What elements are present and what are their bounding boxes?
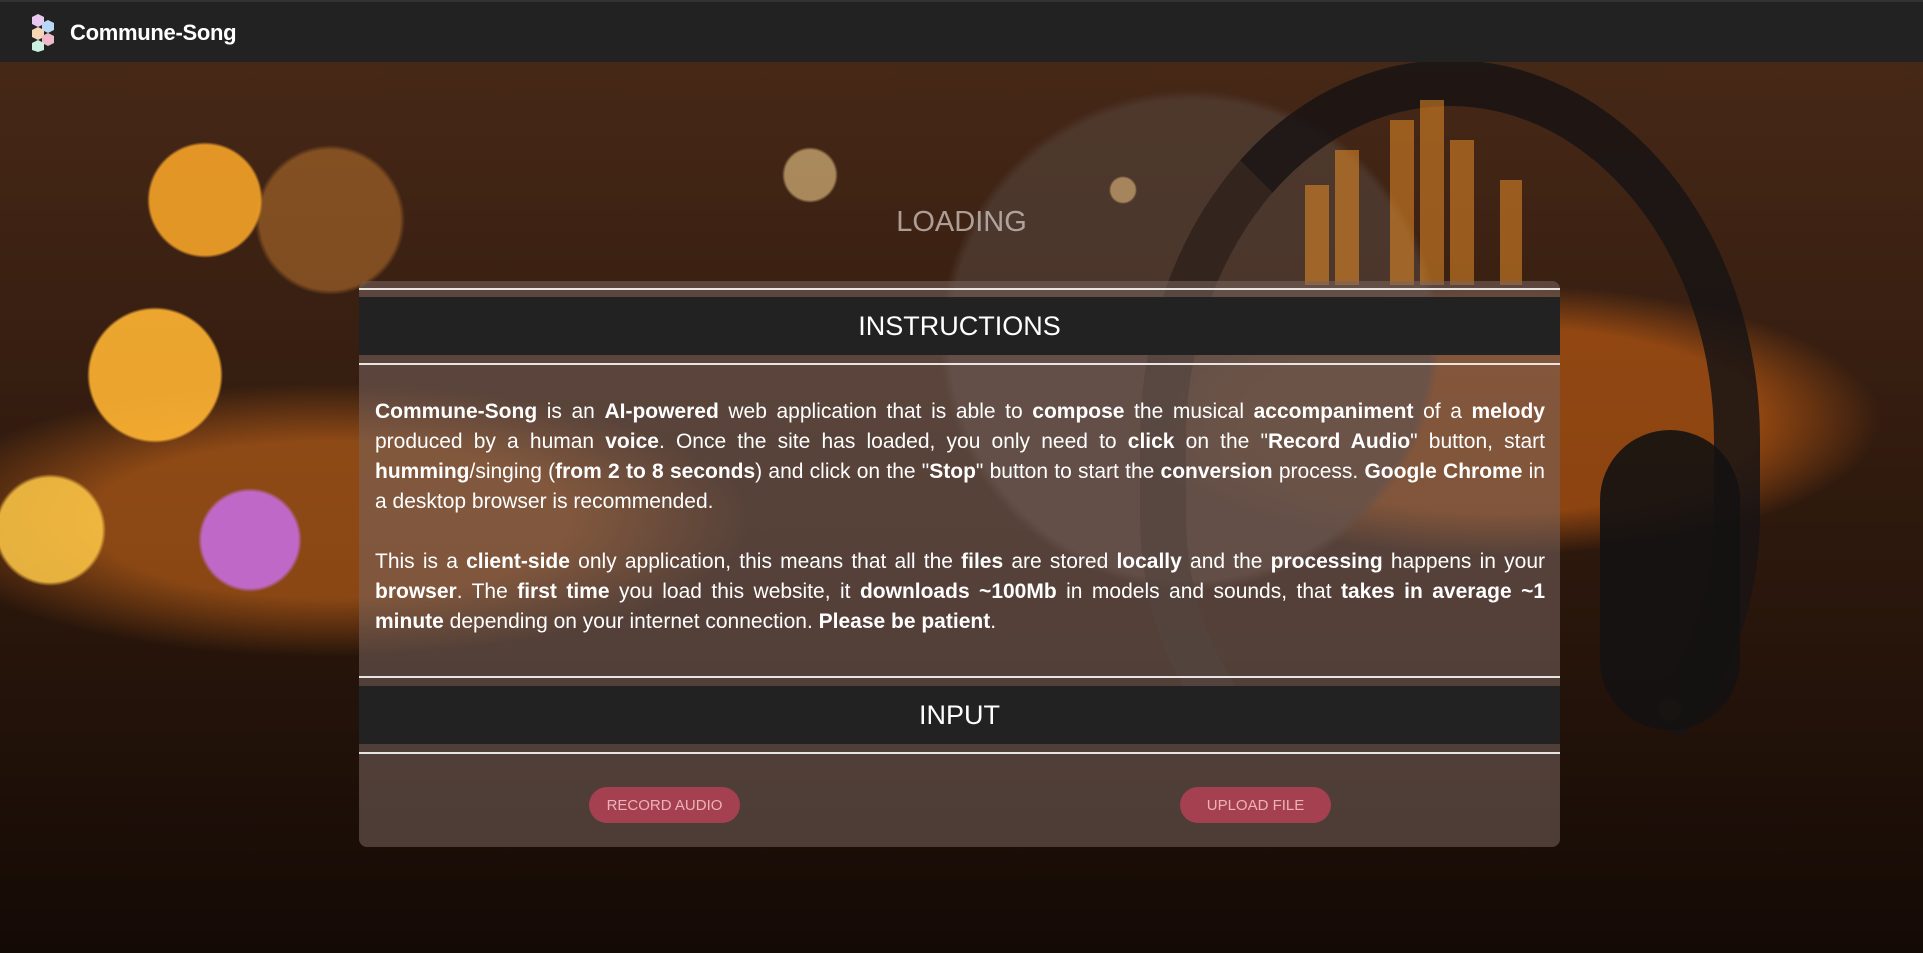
emphasized-text: browser — [375, 580, 457, 603]
text-run: are stored — [1003, 550, 1117, 573]
emphasized-text: voice — [605, 430, 659, 453]
divider — [359, 676, 1560, 678]
instructions-text: Commune-Song is an AI-powered web applic… — [375, 397, 1545, 667]
divider — [359, 288, 1560, 290]
logo-icon[interactable] — [28, 12, 60, 52]
text-run: of a — [1413, 400, 1472, 423]
divider — [359, 363, 1560, 365]
text-run: /singing ( — [469, 460, 556, 483]
text-run: ) and click on the " — [755, 460, 930, 483]
upload-file-button[interactable]: UPLOAD FILE — [1180, 787, 1331, 823]
text-run: is an — [537, 400, 605, 423]
text-run: web application that is able to — [718, 400, 1033, 423]
text-run: in models and sounds, that — [1056, 580, 1341, 603]
emphasized-text: conversion — [1160, 460, 1273, 483]
brand-name[interactable]: Commune-Song — [70, 20, 237, 46]
instructions-paragraph-2: This is a client-side only application, … — [375, 547, 1545, 637]
emphasized-text: Please be patient — [818, 610, 991, 633]
instructions-heading: INSTRUCTIONS — [359, 297, 1560, 355]
top-navbar: Commune-Song — [0, 0, 1923, 62]
emphasized-text: Commune-Song — [375, 400, 538, 423]
emphasized-text: downloads ~100Mb — [859, 580, 1057, 603]
text-run: the musical — [1124, 400, 1254, 423]
text-run: happens in your — [1382, 550, 1545, 573]
text-run: " button to start the — [975, 460, 1161, 483]
emphasized-text: AI-powered — [604, 400, 719, 423]
text-run: depending on your internet connection. — [443, 610, 819, 633]
text-run: process. — [1272, 460, 1365, 483]
emphasized-text: accompaniment — [1253, 400, 1414, 423]
text-run: . Once the site has loaded, you only nee… — [658, 430, 1128, 453]
text-run: and the — [1181, 550, 1271, 573]
headphone-earcup — [1600, 430, 1740, 730]
emphasized-text: from 2 to 8 seconds — [555, 460, 756, 483]
text-run: . The — [456, 580, 518, 603]
emphasized-text: melody — [1471, 400, 1545, 423]
emphasized-text: locally — [1116, 550, 1182, 573]
emphasized-text: Stop — [929, 460, 976, 483]
text-run: " button, start — [1410, 430, 1545, 453]
record-audio-button[interactable]: RECORD AUDIO — [589, 787, 740, 823]
text-run: you load this website, it — [609, 580, 860, 603]
emphasized-text: client-side — [466, 550, 570, 573]
emphasized-text: Record Audio — [1267, 430, 1411, 453]
text-run: produced by a human — [375, 430, 606, 453]
input-heading: INPUT — [359, 686, 1560, 744]
emphasized-text: click — [1127, 430, 1175, 453]
emphasized-text: Google Chrome — [1364, 460, 1523, 483]
equalizer-bar — [1390, 120, 1414, 285]
instructions-paragraph-1: Commune-Song is an AI-powered web applic… — [375, 397, 1545, 517]
emphasized-text: compose — [1032, 400, 1125, 423]
text-run: This is a — [375, 550, 467, 573]
emphasized-text: files — [961, 550, 1004, 573]
equalizer-bar — [1420, 100, 1444, 285]
emphasized-text: processing — [1270, 550, 1383, 573]
text-run: . — [990, 610, 997, 633]
loading-status: LOADING — [896, 206, 1027, 238]
emphasized-text: first time — [517, 580, 610, 603]
divider — [359, 752, 1560, 754]
text-run: on the " — [1174, 430, 1268, 453]
emphasized-text: humming — [375, 460, 470, 483]
text-run: only application, this means that all th… — [569, 550, 962, 573]
